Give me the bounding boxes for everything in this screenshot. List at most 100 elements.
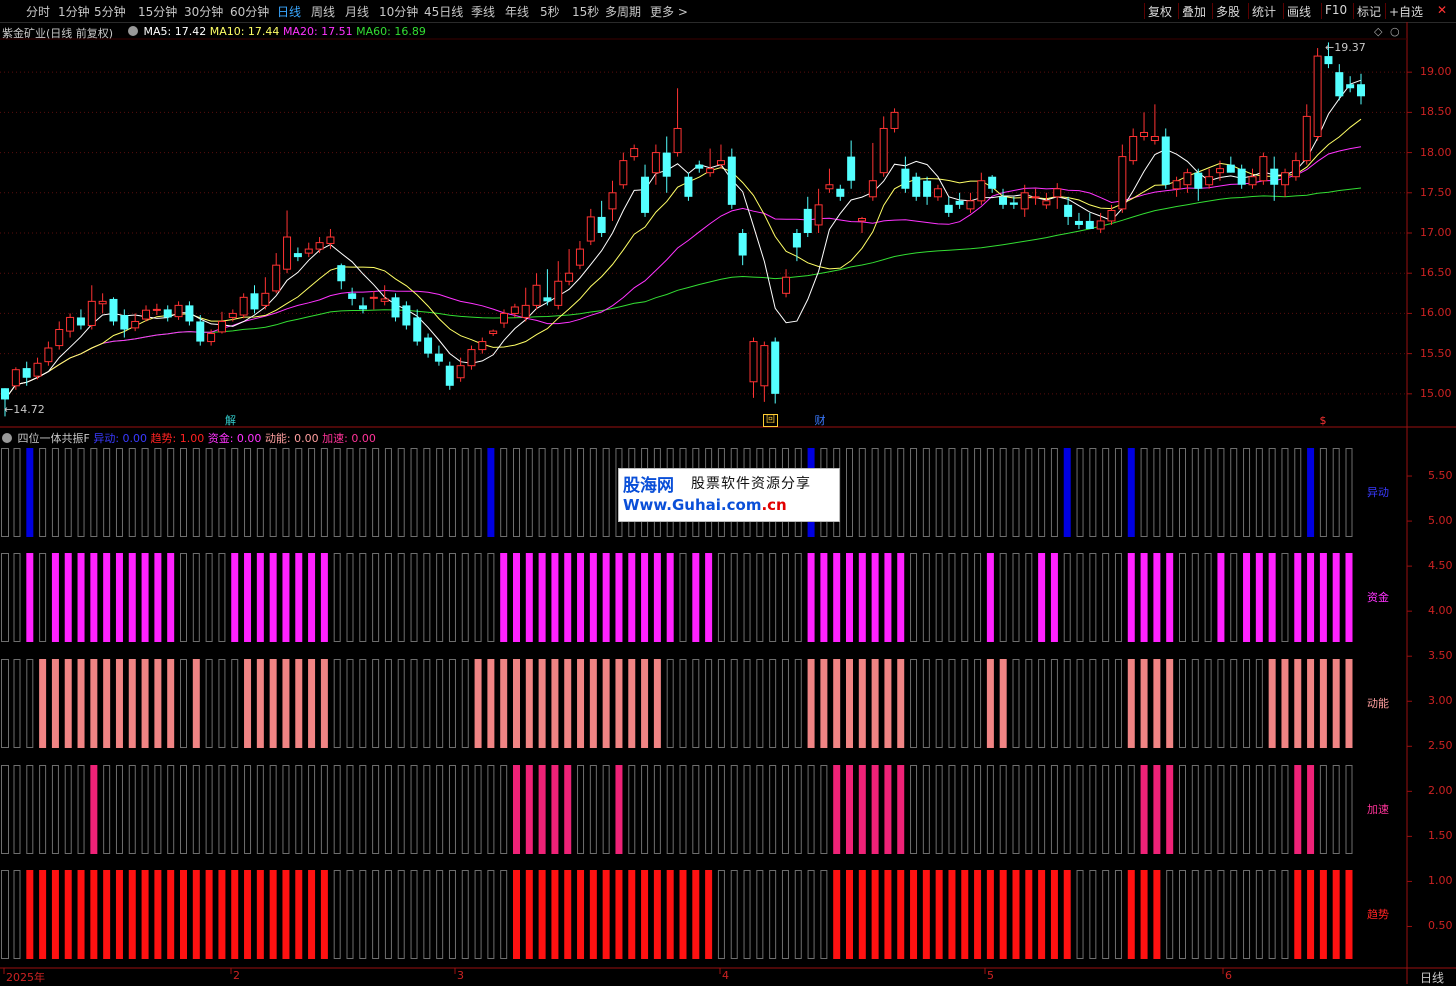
indicator-bar-on (244, 870, 252, 959)
indicator-bar-on (487, 659, 495, 748)
indicator-bar-on (961, 870, 969, 959)
indicator-bar-on (231, 553, 239, 642)
finance-marker[interactable]: 财 (813, 414, 827, 427)
candle (1357, 73, 1365, 105)
indicator-bar-off (1345, 448, 1353, 537)
indicator-bar-on (269, 659, 277, 748)
candle (727, 148, 736, 209)
candle-body (868, 180, 877, 198)
indicator-bar-off (500, 448, 508, 537)
indicator-bar-on (897, 659, 905, 748)
settings-circle-icon[interactable] (2, 433, 12, 443)
indicator-bar-off (513, 448, 520, 537)
indicator-bar-on (141, 553, 149, 642)
diamond-icon[interactable]: ◇ (1374, 25, 1382, 38)
indicator-bar-on (551, 870, 559, 959)
indicator-bar-off (90, 448, 98, 537)
indicator-bar-on (1307, 448, 1315, 537)
indicator-dongneng-value: 动能: 0.00 (264, 432, 319, 445)
indicator-bar-off (180, 659, 187, 748)
candle (434, 345, 443, 366)
indicator-bar-on (77, 870, 85, 959)
candle (163, 305, 172, 322)
indicator-bar-off (1089, 659, 1097, 748)
candle (489, 329, 498, 336)
indicator-jiasu-value: 加速: 0.00 (322, 432, 376, 445)
dividend-marker[interactable]: $ (1318, 414, 1328, 427)
candle-body (109, 298, 118, 322)
indicator-bar-on (577, 870, 585, 959)
period-indicator[interactable]: 日线 (1420, 969, 1444, 986)
candle-body (1324, 56, 1333, 65)
indicator-bar-on (64, 870, 72, 959)
candle (1270, 156, 1279, 201)
indicator-bar-off (1217, 870, 1225, 959)
indicator-bar-off (423, 553, 431, 642)
candle-body (467, 349, 476, 367)
indicator-bar-on (1140, 553, 1148, 642)
candle (33, 357, 42, 380)
indicator-bar-on (538, 659, 546, 748)
candle-body (847, 156, 856, 181)
indicator-bar-off (935, 765, 943, 854)
candle (250, 285, 259, 314)
indicator-bar-off (1114, 448, 1122, 537)
indicator-bar-on (474, 659, 482, 748)
candle-body (174, 304, 183, 318)
repurchase-marker[interactable]: 回 (763, 414, 778, 427)
indicator-bar-on (282, 659, 290, 748)
indicator-bar-off (436, 870, 444, 959)
stock-title: 紫金矿业(日线 前复权) (2, 27, 114, 40)
indicator-bar-on (564, 765, 572, 854)
indicator-bar-on (1063, 448, 1071, 537)
unlock-marker[interactable]: 解 (224, 414, 237, 427)
indicator-bar-on (513, 553, 520, 642)
indicator-bar-on (1025, 870, 1033, 959)
indicator-bar-on (128, 870, 136, 959)
indicator-bar-on (974, 870, 982, 959)
candle (977, 172, 986, 205)
candle (619, 152, 628, 189)
indicator-bar-off (858, 448, 866, 537)
indicator-bar-on (167, 659, 175, 748)
indicator-bar-off (1114, 553, 1122, 642)
candle-body (955, 200, 964, 205)
indicator-bar-off (461, 448, 469, 537)
indicator-bar-off (999, 553, 1007, 642)
candle (749, 337, 758, 398)
candle-body (250, 293, 259, 310)
settings-circle-icon[interactable] (128, 26, 138, 36)
indicator-bar-on (858, 870, 866, 959)
circle-icon[interactable]: ○ (1390, 25, 1400, 38)
indicator-bar-on (1268, 553, 1276, 642)
candle-body (131, 320, 140, 329)
price-tick-label: 15.50 (1420, 346, 1452, 360)
indicator-bar-off (167, 765, 175, 854)
candle-body (662, 152, 671, 177)
indicator-bar-off (948, 553, 956, 642)
candle (651, 144, 660, 185)
candle-body (565, 272, 574, 282)
indicator-bar-on (1050, 553, 1058, 642)
candle (792, 228, 801, 262)
indicator-bar-off (474, 765, 482, 854)
indicator-bar-off (1243, 870, 1251, 959)
indicator-bar-on (244, 553, 252, 642)
candle-body (1031, 196, 1040, 199)
candle-body (749, 341, 758, 383)
indicator-bar-off (1153, 448, 1161, 537)
candle-body (11, 369, 20, 387)
indicator-bar-off (436, 765, 444, 854)
candle-body (1313, 55, 1322, 137)
indicator-bar-on (1038, 870, 1046, 959)
indicator-bar-on (256, 553, 264, 642)
indicator-bar-on (269, 553, 277, 642)
candle-body (163, 309, 172, 318)
indicator-bar-on (615, 659, 623, 748)
candle-body (923, 180, 932, 197)
candle-body (738, 233, 747, 256)
candle-body (98, 300, 107, 305)
candle-body (608, 192, 617, 210)
indicator-info-bar: 四位一体共振F 异动: 0.00 趋势: 1.00 资金: 0.00 动能: 0… (2, 430, 376, 446)
indicator-bar-on (666, 553, 674, 642)
